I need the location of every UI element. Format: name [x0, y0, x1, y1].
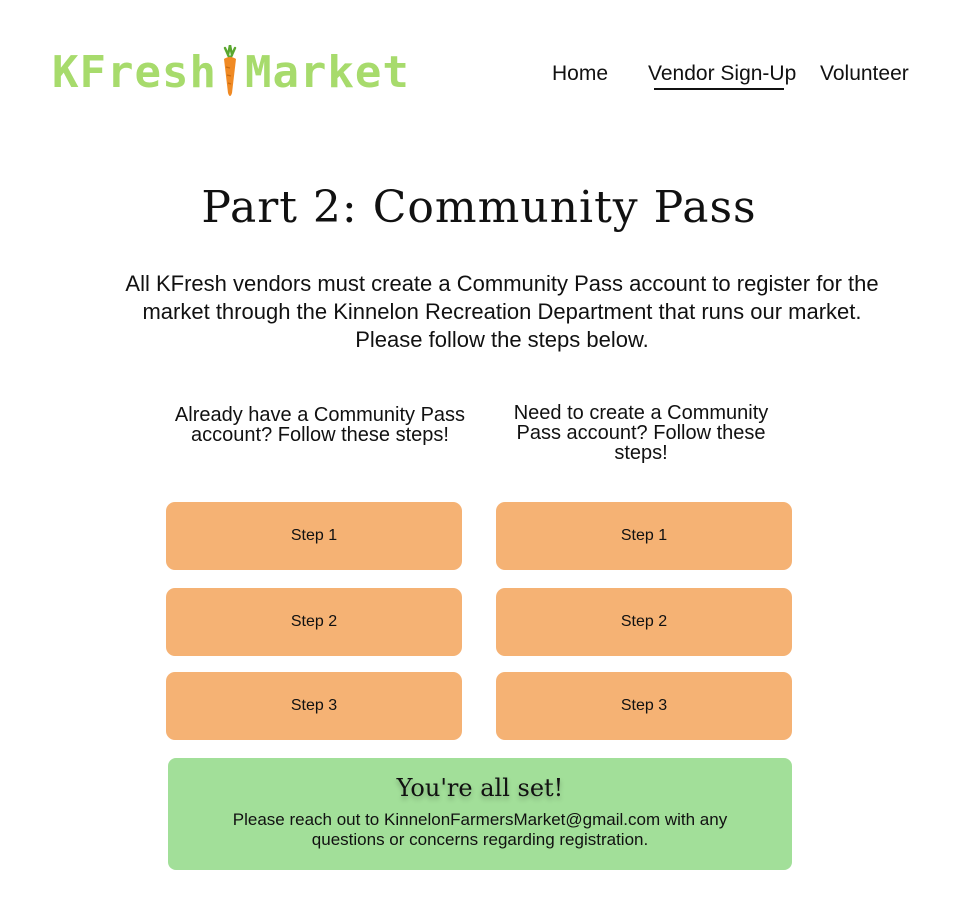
existing-step-1-button[interactable]: Step 1: [166, 502, 462, 570]
nav-volunteer-link[interactable]: Volunteer: [820, 62, 909, 86]
intro-text: All KFresh vendors must create a Communi…: [125, 271, 879, 352]
existing-step-2-button[interactable]: Step 2: [166, 588, 462, 656]
success-text-before: Please reach out to: [232, 810, 384, 829]
logo-text-right: Market: [244, 46, 410, 98]
existing-step-3-button[interactable]: Step 3: [166, 672, 462, 740]
success-message: Please reach out to KinnelonFarmersMarke…: [208, 810, 752, 850]
logo-text-left: KFresh: [52, 46, 217, 98]
carrot-icon: [221, 43, 239, 99]
success-panel: You're all set! Please reach out to Kinn…: [168, 758, 792, 870]
new-account-heading: Need to create a Community Pass account?…: [513, 402, 769, 464]
existing-account-heading: Already have a Community Pass account? F…: [174, 404, 466, 446]
active-nav-indicator: [654, 88, 784, 90]
nav-home-link[interactable]: Home: [552, 62, 608, 86]
new-step-1-button[interactable]: Step 1: [496, 502, 792, 570]
success-title: You're all set!: [396, 774, 564, 802]
nav-vendor-signup-link[interactable]: Vendor Sign-Up: [648, 62, 796, 86]
page-title: Part 2: Community Pass: [201, 182, 757, 233]
site-logo[interactable]: KFresh Market: [52, 43, 410, 100]
contact-email-link[interactable]: KinnelonFarmersMarket@gmail.com: [384, 810, 660, 829]
new-step-2-button[interactable]: Step 2: [496, 588, 792, 656]
new-step-3-button[interactable]: Step 3: [496, 672, 792, 740]
site-header: KFresh Market Home Vendor Sign-Up Volunt…: [0, 0, 958, 150]
